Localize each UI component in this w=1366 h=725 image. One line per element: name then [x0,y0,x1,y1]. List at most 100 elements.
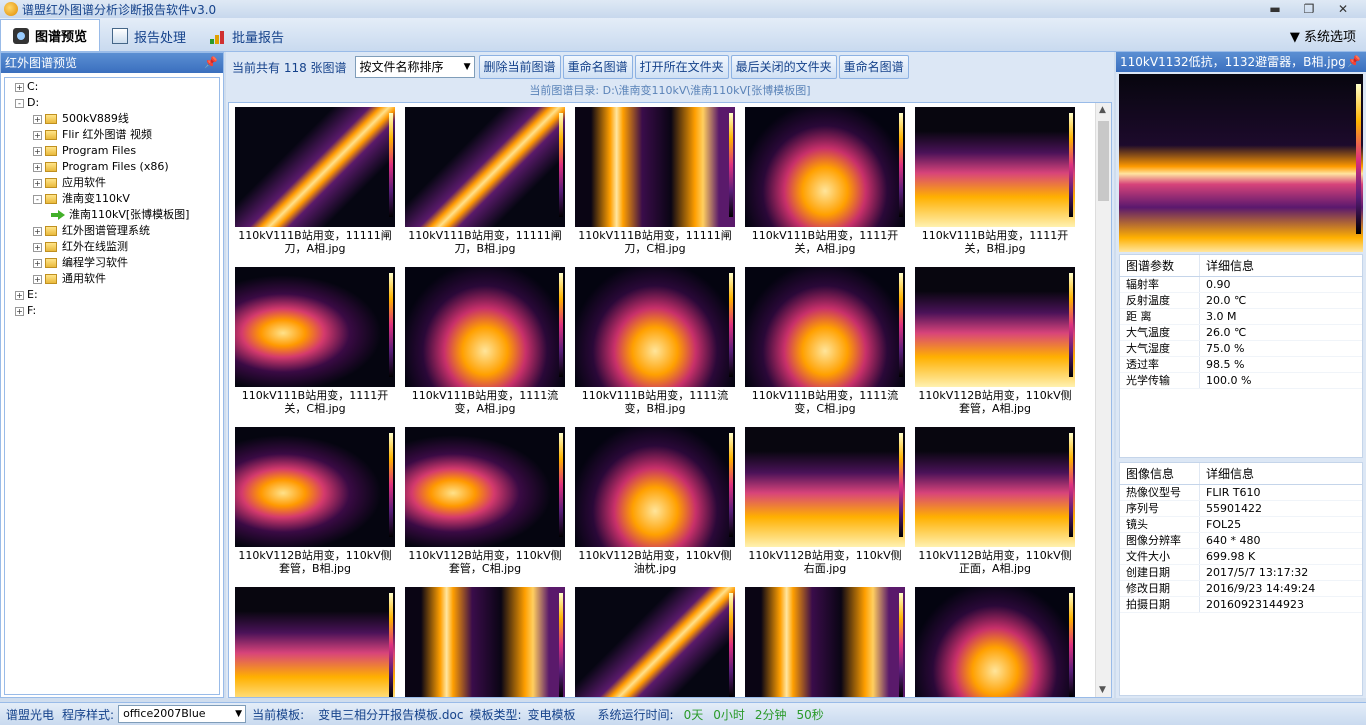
sort-select[interactable]: 按文件名称排序 ▼ [354,56,475,78]
chevron-down-icon: ▼ [463,62,471,72]
tree-node[interactable]: + 红外在线监测 [5,239,219,255]
thumbnail-card[interactable] [915,587,1075,697]
maximize-button[interactable]: ❐ [1292,1,1326,17]
expand-toggle-icon[interactable]: + [33,146,42,156]
close-button[interactable]: ✕ [1326,1,1360,17]
gallery-scrollbar[interactable]: ▲ ▼ [1095,103,1111,697]
tab-preview[interactable]: 图谱预览 [0,19,101,51]
thumbnail-card[interactable] [745,587,905,697]
expand-toggle-icon[interactable]: - [15,98,24,108]
thermal-thumbnail[interactable] [575,267,735,387]
folder-icon [45,130,57,140]
thumbnail-card[interactable]: 110kV111B站用变，11111闸刀，C相.jpg [575,107,735,267]
open-folder-button[interactable]: 打开所在文件夹 [634,55,729,79]
tree-node[interactable]: + Program Files (x86) [5,159,219,175]
folder-tree[interactable]: + C: - D: +500kV889线 + Flir 红外图谱 视频 + Program Fi… [4,77,220,695]
thumbnail-card[interactable] [575,587,735,697]
expand-toggle-icon[interactable]: + [33,178,42,188]
expand-toggle-icon[interactable]: - [33,194,42,204]
tree-node[interactable]: 淮南110kV[张博模板图] [5,207,219,223]
thermal-thumbnail[interactable] [235,267,395,387]
tree-node[interactable]: + Flir 红外图谱 视频 [5,127,219,143]
thermal-thumbnail[interactable] [575,587,735,697]
title-bar: 谱盟红外图谱分析诊断报告软件v3.0 ▬ ❐ ✕ [0,0,1366,18]
thermal-preview-image[interactable] [1119,74,1363,252]
expand-toggle-icon[interactable]: + [33,162,42,172]
thermal-thumbnail[interactable] [405,587,565,697]
scrollbar-thumb[interactable] [1098,121,1109,201]
last-folder-button[interactable]: 最后关闭的文件夹 [730,55,837,79]
row-value: 100.0 % [1206,374,1252,387]
expand-toggle-icon[interactable]: + [33,242,42,252]
rename-image-button-2[interactable]: 重命名图谱 [838,55,909,79]
thermal-thumbnail[interactable] [575,427,735,547]
thermal-thumbnail[interactable] [745,427,905,547]
tree-node[interactable]: + 编程学习软件 [5,255,219,271]
thumbnail-card[interactable]: 110kV111B站用变，1111开关，C相.jpg [235,267,395,427]
thermal-thumbnail[interactable] [405,107,565,227]
thumbnail-card[interactable]: 110kV111B站用变，11111闸刀，A相.jpg [235,107,395,267]
thermal-thumbnail[interactable] [405,427,565,547]
tree-node[interactable]: + 通用软件 [5,271,219,287]
thermal-thumbnail[interactable] [745,587,905,697]
expand-toggle-icon[interactable]: + [15,290,24,300]
thumbnail-card[interactable]: 110kV111B站用变，1111流变，A相.jpg [405,267,565,427]
expand-toggle-icon[interactable]: + [33,258,42,268]
thumbnail-card[interactable]: 110kV111B站用变，11111闸刀，B相.jpg [405,107,565,267]
tree-node[interactable]: - 淮南变110kV [5,191,219,207]
thermal-thumbnail[interactable] [235,427,395,547]
tree-node-label: 编程学习软件 [62,256,128,269]
tree-node[interactable]: - D: [5,95,219,111]
thumbnail-card[interactable]: 110kV111B站用变，1111开关，B相.jpg [915,107,1075,267]
thermal-thumbnail[interactable] [405,267,565,387]
thumbnail-card[interactable]: 110kV112B站用变，110kV侧右面.jpg [745,427,905,587]
system-options-menu[interactable]: ▼ 系统选项 [1290,26,1356,45]
tree-node[interactable]: + F: [5,303,219,319]
style-select[interactable]: office2007Blue ▼ [118,705,247,723]
thumbnail-card[interactable]: 110kV112B站用变，110kV侧油枕.jpg [575,427,735,587]
thermal-thumbnail[interactable] [745,107,905,227]
thermal-thumbnail[interactable] [915,267,1075,387]
thumbnail-card[interactable]: 110kV112B站用变，110kV侧正面，A相.jpg [915,427,1075,587]
tree-node[interactable]: + E: [5,287,219,303]
pin-icon[interactable]: 📌 [204,53,218,73]
thumbnail-card[interactable] [235,587,395,697]
tree-node[interactable]: +500kV889线 [5,111,219,127]
expand-toggle-icon[interactable]: + [33,114,42,124]
pin-icon[interactable]: 📌 [1347,52,1361,72]
thumbnail-card[interactable]: 110kV112B站用变，110kV侧套管，A相.jpg [915,267,1075,427]
thumbnail-card[interactable]: 110kV111B站用变，1111开关，A相.jpg [745,107,905,267]
thumbnail-card[interactable]: 110kV112B站用变，110kV侧套管，C相.jpg [405,427,565,587]
scroll-up-icon[interactable]: ▲ [1099,105,1106,115]
minimize-button[interactable]: ▬ [1258,1,1292,17]
thumbnail-card[interactable]: 110kV111B站用变，1111流变，C相.jpg [745,267,905,427]
expand-toggle-icon[interactable]: + [33,226,42,236]
expand-toggle-icon[interactable]: + [15,82,24,92]
expand-toggle-icon[interactable]: + [33,274,42,284]
temperature-scale [389,433,393,537]
tab-report[interactable]: 报告处理 [100,21,198,51]
tree-node[interactable]: + Program Files [5,143,219,159]
scroll-down-icon[interactable]: ▼ [1099,685,1106,695]
delete-image-button[interactable]: 删除当前图谱 [478,55,561,79]
tree-node[interactable]: + 应用软件 [5,175,219,191]
expand-toggle-icon[interactable]: + [33,130,42,140]
thermal-thumbnail[interactable] [235,107,395,227]
thermal-thumbnail[interactable] [235,587,395,697]
thermal-thumbnail[interactable] [915,587,1075,697]
thumbnail-card[interactable]: 110kV111B站用变，1111流变，B相.jpg [575,267,735,427]
selected-image-title: 110kV1132低抗，1132避雷器，B相.jpg [1120,55,1346,69]
thermal-thumbnail[interactable] [915,427,1075,547]
expand-toggle-icon[interactable]: + [15,306,24,316]
thumbnail-card[interactable] [405,587,565,697]
thermal-thumbnail[interactable] [575,107,735,227]
rename-image-button[interactable]: 重命名图谱 [562,55,633,79]
tab-batch[interactable]: 批量报告 [198,21,296,51]
thermal-thumbnail[interactable] [745,267,905,387]
tree-node[interactable]: + C: [5,79,219,95]
thumbnail-card[interactable]: 110kV112B站用变，110kV侧套管，B相.jpg [235,427,395,587]
temperature-scale [729,433,733,537]
thermal-thumbnail[interactable] [915,107,1075,227]
tree-node[interactable]: + 红外图谱管理系统 [5,223,219,239]
runtime-hours: 0小时 [713,707,745,722]
